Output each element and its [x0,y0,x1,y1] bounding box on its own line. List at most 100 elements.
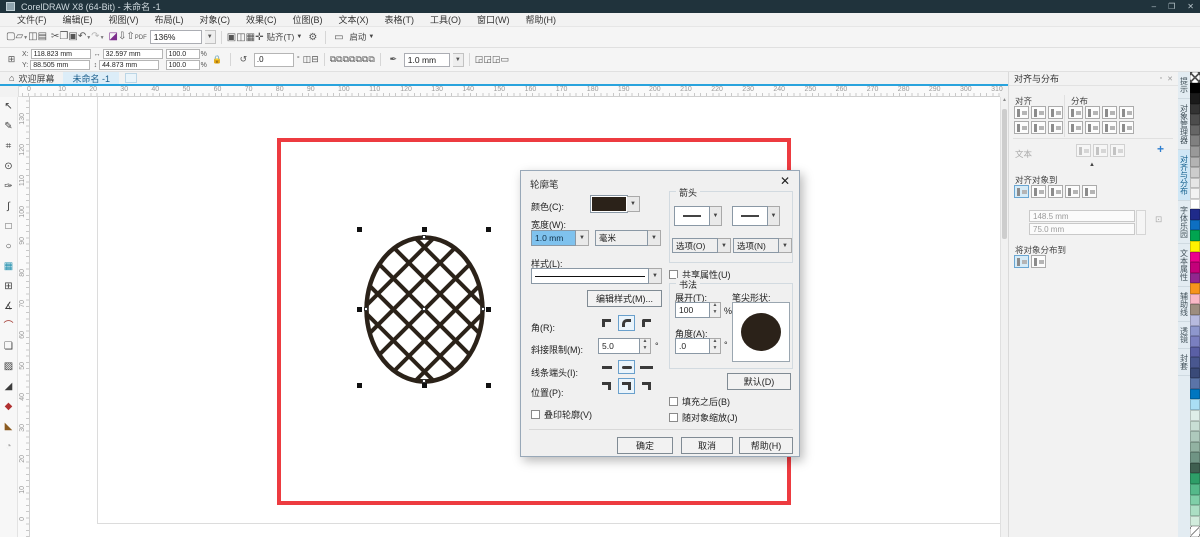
palette-color-swatch[interactable] [1190,157,1200,168]
palette-color-swatch[interactable] [1190,336,1200,347]
palette-color-swatch[interactable] [1190,294,1200,305]
artistic-media-tool-icon[interactable]: ∫ [1,199,16,214]
docker-tab-透镜[interactable]: 透镜 [1178,322,1190,349]
palette-color-swatch[interactable] [1190,315,1200,326]
scale-h-field[interactable]: 100.0 [166,49,200,59]
docker-collapse-arrow[interactable]: ▲ [1089,162,1095,168]
square-cap-button[interactable] [638,360,655,374]
extent-of-selection-icon[interactable] [1014,255,1029,268]
palette-color-swatch[interactable] [1190,262,1200,273]
print-icon[interactable]: ▤ [38,31,47,42]
save-icon[interactable]: ◫ [28,31,37,42]
freehand-tool-icon[interactable]: ✑ [1,179,16,194]
object-width-field[interactable]: 32.597 mm [103,49,163,59]
palette-color-swatch[interactable] [1190,399,1200,410]
selection-handle[interactable] [357,383,362,388]
curve-node[interactable] [422,235,426,239]
palette-color-swatch[interactable] [1190,463,1200,474]
x-position-field[interactable]: 118.823 mm [31,49,91,59]
palette-color-swatch[interactable] [1190,178,1200,189]
docker-tab-对齐与分布[interactable]: 对齐与分布 [1178,150,1190,201]
docker-tab-辅助线[interactable]: 辅助线 [1178,287,1190,322]
menu-item-0[interactable]: 文件(F) [10,12,54,27]
add-point-icon[interactable]: + [1157,142,1164,156]
create-boundary-icon[interactable]: ⧉ [368,54,374,64]
menu-item-3[interactable]: 布局(L) [148,12,191,27]
start-arrow-combo[interactable]: ▼ [674,206,722,226]
smart-fill-tool-icon[interactable]: ◣ [1,419,16,434]
outline-width-dropdown-icon[interactable]: ▼ [453,53,464,67]
extent-of-page-icon[interactable] [1031,255,1046,268]
palette-color-swatch[interactable] [1190,505,1200,516]
menu-item-5[interactable]: 效果(C) [239,12,284,27]
distribute-spacing-v-icon[interactable] [1102,121,1117,134]
curve-node[interactable] [364,307,368,311]
selection-handle[interactable] [357,307,362,312]
crop-tool-icon[interactable]: ⌗ [1,139,16,154]
selection-handle[interactable] [357,227,362,232]
palette-color-swatch[interactable] [1190,389,1200,400]
palette-color-swatch[interactable] [1190,473,1200,484]
palette-color-swatch[interactable] [1190,252,1200,263]
table-tool-icon[interactable]: ⊞ [1,279,16,294]
dialog-close-icon[interactable]: ✕ [780,174,790,188]
show-rulers-icon[interactable]: ◫ [236,32,245,43]
horizontal-ruler[interactable]: 0102030405060708090100110120130140150160… [22,86,1000,97]
menu-item-4[interactable]: 对象(C) [193,12,238,27]
mirror-horizontal-icon[interactable]: ◫ [303,54,312,64]
selection-handle[interactable] [422,227,427,232]
document-tab[interactable]: 未命名 -1 [63,72,119,84]
align-center-h-icon[interactable] [1031,106,1046,119]
palette-color-swatch[interactable] [1190,526,1200,537]
zoom-tool-icon[interactable]: ⊙ [1,159,16,174]
distribute-top-icon[interactable] [1068,121,1083,134]
overprint-checkbox[interactable]: 叠印轮廓(V) [531,408,592,421]
rotation-angle-field[interactable]: .0 [254,53,294,67]
outline-width-combo[interactable]: 1.0 mm [404,53,450,67]
distribute-bottom-icon[interactable] [1119,121,1134,134]
outside-position-button[interactable] [598,378,615,394]
cancel-button[interactable]: 取消 [681,437,733,454]
menu-item-9[interactable]: 工具(O) [423,12,468,27]
publish-pdf-icon[interactable]: PDF [135,35,147,41]
selection-handle[interactable] [422,383,427,388]
align-bottom-icon[interactable] [1048,121,1063,134]
options-gear-icon[interactable]: ⚙ [305,30,320,45]
maximize-button[interactable]: ❐ [1168,2,1175,11]
round-corner-button[interactable] [618,315,635,331]
nib-shape-preview[interactable] [732,302,790,362]
menu-item-10[interactable]: 窗口(W) [470,12,517,27]
export-icon[interactable]: ⇧ [126,31,134,42]
palette-color-swatch[interactable] [1190,104,1200,115]
full-screen-preview-icon[interactable]: ▣ [227,32,236,43]
arrow-options-o-combo[interactable]: 选项(O)▼ [672,238,731,253]
style-combo[interactable]: ▼ [531,268,662,284]
palette-color-swatch[interactable] [1190,304,1200,315]
wireframe-icon[interactable]: ▭ [500,54,509,64]
vertical-ruler[interactable]: 1301201101009080706050403020100 [18,97,30,537]
docker-collapse-icon[interactable]: ▫ [1160,75,1162,83]
palette-color-swatch[interactable] [1190,484,1200,495]
palette-color-swatch[interactable] [1190,209,1200,220]
minimize-button[interactable]: – [1152,2,1156,11]
palette-color-swatch[interactable] [1190,368,1200,379]
y-position-field[interactable]: 88.505 mm [30,60,90,70]
miter-corner-button[interactable] [598,315,615,331]
distribute-left-icon[interactable] [1068,106,1083,119]
outline-tool-icon[interactable]: ◔ [1,439,16,454]
selection-handle[interactable] [486,307,491,312]
palette-color-swatch[interactable] [1190,146,1200,157]
palette-color-swatch[interactable] [1190,326,1200,337]
launch-dropdown[interactable]: 启动▼ [349,31,374,43]
text-baseline-last-icon[interactable] [1093,144,1108,157]
rectangle-tool-icon[interactable]: □ [1,219,16,234]
remove-outline-icon[interactable]: ◲ [483,54,492,64]
palette-color-swatch[interactable] [1190,516,1200,527]
align-top-icon[interactable] [1014,121,1029,134]
eyedropper-tool-icon[interactable]: ◢ [1,379,16,394]
palette-color-swatch[interactable] [1190,273,1200,284]
palette-color-swatch[interactable] [1190,241,1200,252]
palette-color-swatch[interactable] [1190,83,1200,94]
palette-color-swatch[interactable] [1190,452,1200,463]
snap-crosshair-icon[interactable]: ✛ [255,32,263,43]
